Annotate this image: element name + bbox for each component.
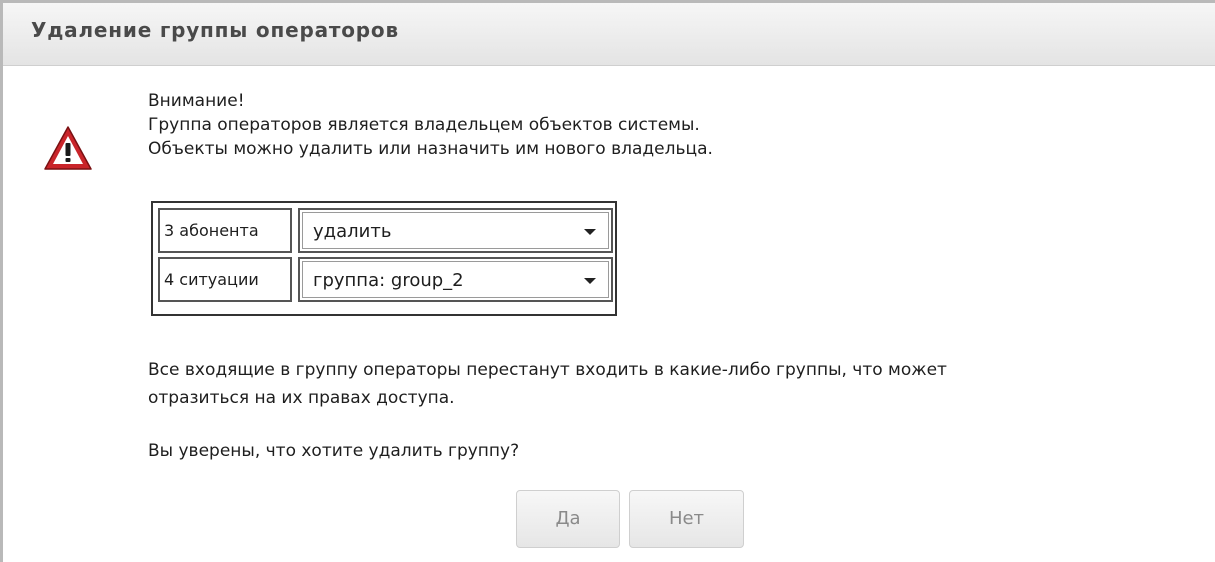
delete-group-dialog: Удаление группы операторов Внимание! Гру…	[0, 0, 1215, 562]
action-cell: группа: group_2	[298, 257, 613, 302]
warning-line-objects: Объекты можно удалить или назначить им н…	[148, 139, 713, 159]
notice-line-1: Все входящие в группу операторы перестан…	[148, 360, 947, 380]
no-button[interactable]: Нет	[629, 490, 744, 548]
owner-objects-table: 3 абонента удалить 4 ситуации группа: gr…	[151, 201, 617, 316]
confirm-question: Вы уверены, что хотите удалить группу?	[148, 441, 520, 461]
warning-heading: Внимание!	[148, 91, 245, 111]
warning-line-owner: Группа операторов является владельцем об…	[148, 115, 700, 135]
notice-line-2: отразиться на их правах доступа.	[148, 388, 455, 408]
chevron-down-icon	[584, 278, 596, 284]
dialog-titlebar: Удаление группы операторов	[3, 3, 1215, 66]
chevron-down-icon	[584, 229, 596, 235]
yes-button[interactable]: Да	[516, 490, 620, 548]
objects-count-label: 4 ситуации	[158, 257, 292, 302]
subscribers-action-select[interactable]: удалить	[302, 212, 609, 249]
select-value: удалить	[313, 221, 392, 242]
objects-count-label: 3 абонента	[158, 208, 292, 253]
action-cell: удалить	[298, 208, 613, 253]
select-value: группа: group_2	[313, 270, 464, 291]
dialog-title: Удаление группы операторов	[31, 18, 399, 42]
situations-action-select[interactable]: группа: group_2	[302, 261, 609, 298]
warning-triangle-icon	[44, 126, 92, 170]
